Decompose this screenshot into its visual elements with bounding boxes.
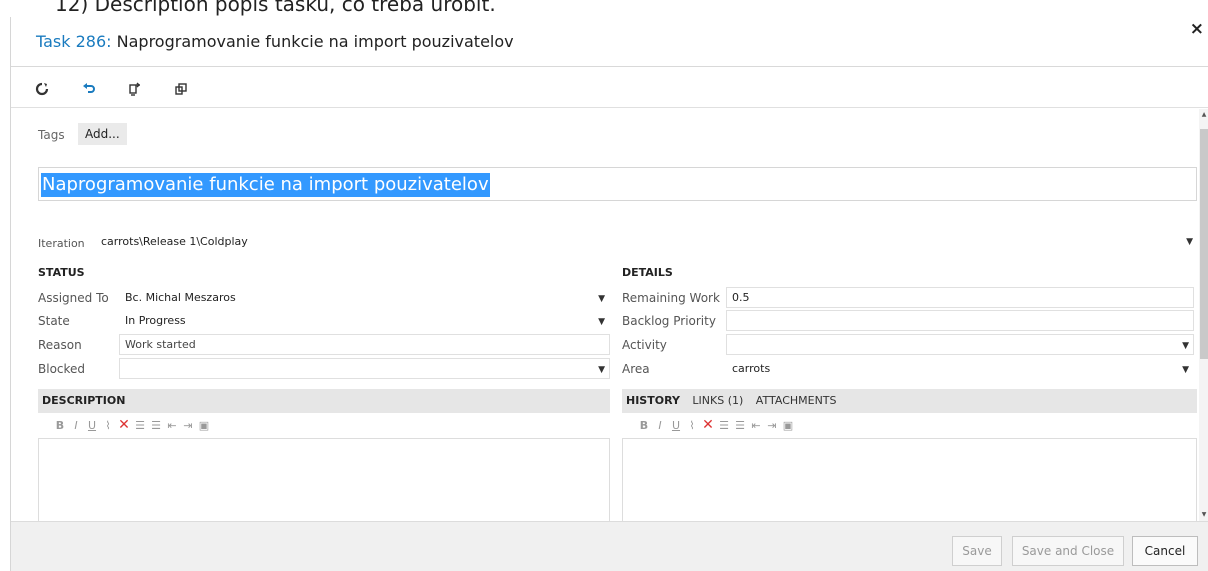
iteration-select[interactable]: carrots\Release 1\Coldplay ▼ — [96, 231, 1197, 253]
cancel-button[interactable]: Cancel — [1132, 536, 1198, 566]
add-tag-button[interactable]: Add... — [78, 123, 127, 145]
chevron-down-icon[interactable]: ▼ — [1182, 335, 1189, 357]
description-editor[interactable] — [38, 438, 610, 521]
assigned-to-select[interactable]: Bc. Michal Meszaros ▼ — [119, 287, 610, 308]
underline-button[interactable]: U — [669, 419, 683, 432]
undo-icon[interactable] — [79, 79, 99, 99]
state-label: State — [38, 314, 70, 328]
tab-history[interactable]: HISTORY — [626, 394, 680, 407]
area-label: Area — [622, 362, 650, 376]
copy-template-icon[interactable] — [125, 79, 145, 99]
scroll-thumb[interactable] — [1200, 129, 1208, 359]
dialog-title: Task 286: Naprogramovanie funkcie na imp… — [36, 32, 514, 51]
indent-icon[interactable]: ⇥ — [765, 419, 779, 432]
blocked-label: Blocked — [38, 362, 86, 376]
status-section-header: STATUS — [38, 266, 85, 279]
details-section-header: DETAILS — [622, 266, 673, 279]
description-header: DESCRIPTION — [42, 394, 126, 407]
tab-attachments[interactable]: ATTACHMENTS — [756, 394, 837, 407]
underline-button[interactable]: U — [85, 419, 99, 432]
reason-label: Reason — [38, 338, 82, 352]
title-input[interactable]: Naprogramovanie funkcie na import pouziv… — [38, 167, 1197, 201]
chevron-down-icon[interactable]: ▼ — [598, 311, 605, 333]
work-item-dialog: × Task 286: Naprogramovanie funkcie na i… — [10, 17, 1208, 571]
blocked-select[interactable]: ▼ — [119, 358, 610, 379]
iteration-label: Iteration — [38, 237, 85, 250]
form-scrollbar[interactable]: ▲ ▼ — [1199, 109, 1208, 521]
reason-field[interactable]: Work started — [119, 334, 610, 355]
state-select[interactable]: In Progress ▼ — [119, 310, 610, 331]
backlog-priority-label: Backlog Priority — [622, 314, 716, 328]
chevron-down-icon[interactable]: ▼ — [1186, 231, 1193, 253]
numbered-list-icon[interactable]: ☰ — [733, 419, 747, 432]
outdent-icon[interactable]: ⇤ — [165, 419, 179, 432]
clear-format-button[interactable]: ✕ — [701, 417, 715, 433]
dialog-title-bar: Task 286: Naprogramovanie funkcie na imp… — [11, 17, 1208, 67]
tab-links[interactable]: LINKS (1) — [692, 394, 743, 407]
remaining-work-input[interactable]: 0.5 — [726, 287, 1194, 308]
work-item-id[interactable]: Task 286: — [36, 32, 112, 51]
highlight-icon[interactable]: ⌇ — [101, 419, 115, 432]
history-editor[interactable] — [622, 438, 1197, 521]
dialog-footer: Save Save and Close Cancel — [11, 521, 1208, 571]
bold-button[interactable]: B — [637, 419, 651, 432]
dialog-toolbar — [11, 68, 1208, 108]
chevron-down-icon[interactable]: ▼ — [598, 359, 605, 381]
open-new-window-icon[interactable] — [171, 79, 191, 99]
bold-button[interactable]: B — [53, 419, 67, 432]
activity-label: Activity — [622, 338, 667, 352]
backlog-priority-input[interactable] — [726, 310, 1194, 331]
work-item-form: Tags Add... Naprogramovanie funkcie na i… — [11, 109, 1208, 521]
tags-label: Tags — [38, 128, 65, 142]
description-rte-toolbar: B I U ⌇ ✕ ☰ ☰ ⇤ ⇥ ▣ — [53, 415, 353, 435]
area-select[interactable]: carrots ▼ — [726, 358, 1194, 379]
state-value: In Progress — [125, 314, 186, 327]
numbered-list-icon[interactable]: ☰ — [149, 419, 163, 432]
refresh-icon[interactable] — [32, 79, 52, 99]
italic-button[interactable]: I — [653, 419, 667, 432]
area-value: carrots — [732, 362, 771, 375]
title-input-value: Naprogramovanie funkcie na import pouziv… — [41, 173, 490, 197]
highlight-icon[interactable]: ⌇ — [685, 419, 699, 432]
background-page-text: 12) Description popis tasku, co treba ur… — [55, 0, 496, 16]
reason-value: Work started — [125, 338, 196, 351]
assigned-to-value: Bc. Michal Meszaros — [125, 291, 236, 304]
outdent-icon[interactable]: ⇤ — [749, 419, 763, 432]
image-icon[interactable]: ▣ — [781, 419, 795, 432]
scroll-up-icon[interactable]: ▲ — [1200, 111, 1208, 119]
italic-button[interactable]: I — [69, 419, 83, 432]
remaining-work-value: 0.5 — [732, 291, 750, 304]
save-button[interactable]: Save — [952, 536, 1002, 566]
bullet-list-icon[interactable]: ☰ — [717, 419, 731, 432]
image-icon[interactable]: ▣ — [197, 419, 211, 432]
bullet-list-icon[interactable]: ☰ — [133, 419, 147, 432]
description-panel-header: DESCRIPTION — [38, 389, 610, 413]
history-rte-toolbar: B I U ⌇ ✕ ☰ ☰ ⇤ ⇥ ▣ — [637, 415, 937, 435]
remaining-work-label: Remaining Work — [622, 291, 720, 305]
assigned-to-label: Assigned To — [38, 291, 109, 305]
work-item-title-text: Naprogramovanie funkcie na import pouziv… — [116, 32, 514, 51]
iteration-value: carrots\Release 1\Coldplay — [101, 235, 248, 248]
clear-format-button[interactable]: ✕ — [117, 417, 131, 433]
history-panel-header: HISTORY LINKS (1) ATTACHMENTS — [622, 389, 1197, 413]
indent-icon[interactable]: ⇥ — [181, 419, 195, 432]
activity-select[interactable]: ▼ — [726, 334, 1194, 355]
save-and-close-button[interactable]: Save and Close — [1012, 536, 1124, 566]
chevron-down-icon[interactable]: ▼ — [1182, 359, 1189, 381]
chevron-down-icon[interactable]: ▼ — [598, 288, 605, 310]
scroll-down-icon[interactable]: ▼ — [1200, 511, 1208, 519]
